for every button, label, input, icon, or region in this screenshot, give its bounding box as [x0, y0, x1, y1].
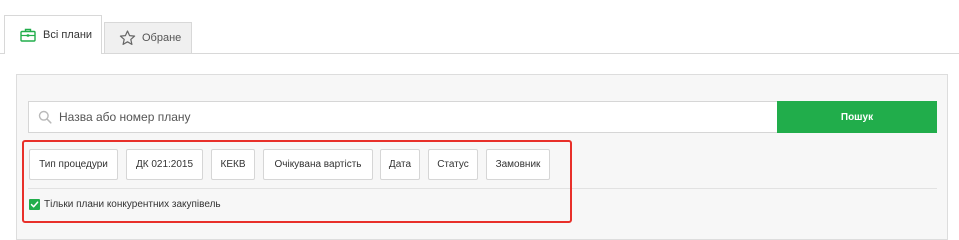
search-icon — [38, 110, 52, 124]
tabs-bar: Всі плани Обране — [0, 0, 959, 54]
tab-all-plans-label: Всі плани — [43, 29, 93, 41]
competitive-only-row: Тільки плани конкурентних закупівель — [29, 197, 221, 211]
filter-expected-value-button[interactable]: Очікувана вартість — [263, 149, 373, 180]
filter-procedure-type-button[interactable]: Тип процедури — [29, 149, 118, 180]
star-icon — [118, 30, 136, 46]
tabs-divider — [0, 53, 959, 54]
filter-dk021-button[interactable]: ДК 021:2015 — [126, 149, 203, 180]
competitive-only-label[interactable]: Тільки плани конкурентних закупівель — [44, 199, 221, 210]
competitive-only-checkbox[interactable] — [29, 198, 40, 210]
search-button[interactable]: Пошук — [777, 101, 937, 133]
checkmark-icon — [30, 200, 39, 207]
search-field — [28, 101, 777, 133]
tab-favorites[interactable]: Обране — [104, 22, 192, 53]
filter-divider — [28, 188, 937, 189]
filter-status-button[interactable]: Статус — [428, 149, 478, 180]
filter-customer-button[interactable]: Замовник — [486, 149, 550, 180]
tab-all-plans[interactable]: Всі плани — [4, 15, 102, 54]
search-input[interactable] — [59, 110, 739, 124]
filter-kekv-button[interactable]: КЕКВ — [211, 149, 255, 180]
filter-date-button[interactable]: Дата — [380, 149, 420, 180]
briefcase-icon — [19, 27, 37, 43]
tab-favorites-label: Обране — [142, 32, 182, 44]
search-row: Пошук — [28, 101, 937, 133]
